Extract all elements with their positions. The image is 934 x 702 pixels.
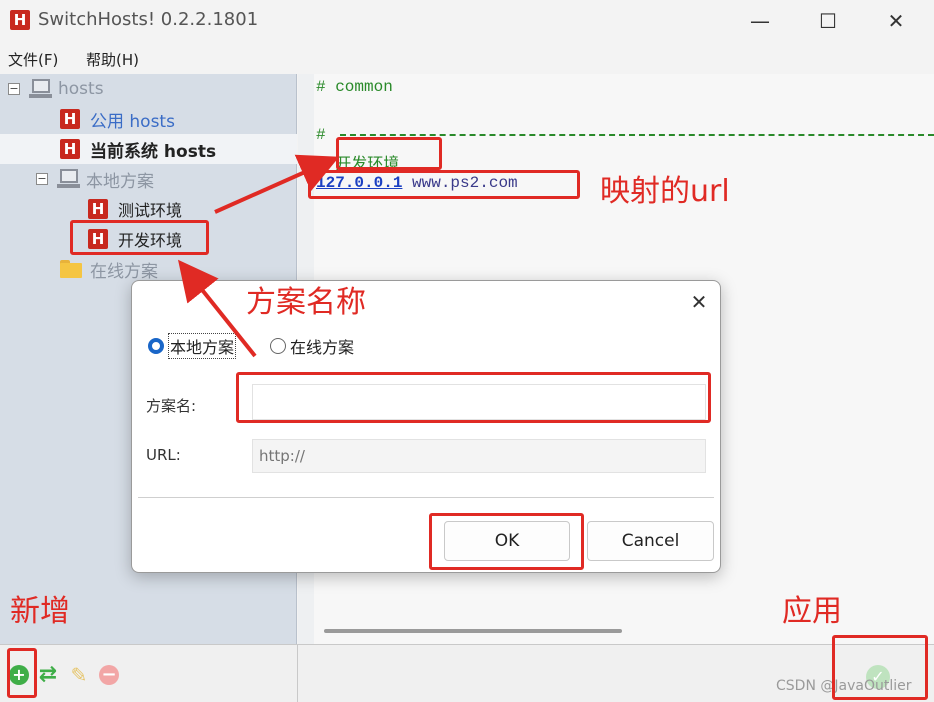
url-input[interactable] <box>252 439 706 473</box>
sidebar-item-label: hosts <box>58 79 104 99</box>
edit-icon[interactable]: ✎ <box>69 665 89 685</box>
toolbar-divider <box>297 645 298 702</box>
annotation-box-dev-env <box>70 220 209 255</box>
scheme-name-label: 方案名: <box>146 397 197 415</box>
radio-unchecked-icon[interactable] <box>270 338 286 354</box>
annotation-box-env-comment <box>336 137 442 170</box>
app-window: H SwitchHosts! 0.2.2.1801 — ☐ ✕ 文件(F) 帮助… <box>0 0 934 702</box>
hosts-h-icon: H <box>88 199 108 219</box>
annotation-box-mapping <box>308 170 580 199</box>
sidebar-item-public-hosts[interactable]: H 公用 hosts <box>60 105 175 133</box>
horizontal-scrollbar[interactable] <box>324 629 622 633</box>
title-bar: H SwitchHosts! 0.2.2.1801 — ☐ ✕ <box>0 0 934 42</box>
code-line: # <box>316 126 326 144</box>
hosts-h-icon: H <box>60 109 80 129</box>
sidebar-item-label: 测试环境 <box>118 201 183 220</box>
delete-icon[interactable]: − <box>99 665 119 685</box>
sidebar-item-system-hosts[interactable]: H 当前系统 hosts <box>60 135 216 163</box>
sidebar-item-test-env[interactable]: H 测试环境 <box>88 195 182 223</box>
radio-checked-icon[interactable] <box>148 338 164 354</box>
radio-label: 在线方案 <box>290 338 355 357</box>
annotation-box-apply <box>832 635 928 700</box>
app-logo-icon: H <box>10 10 30 30</box>
cancel-button[interactable]: Cancel <box>587 521 714 561</box>
menu-help[interactable]: 帮助(H) <box>86 49 139 70</box>
close-button[interactable]: ✕ <box>876 6 916 36</box>
sidebar-item-online-schemes[interactable]: 在线方案 <box>60 255 158 283</box>
menu-file[interactable]: 文件(F) <box>8 49 58 70</box>
hosts-h-icon: H <box>60 139 80 159</box>
maximize-button[interactable]: ☐ <box>808 6 848 36</box>
collapse-toggle-icon[interactable]: − <box>36 173 48 185</box>
sidebar-item-label: 公用 hosts <box>90 111 175 132</box>
sidebar-item-label: 在线方案 <box>90 261 158 282</box>
annotation-box-add <box>7 648 37 698</box>
sidebar-item-label: 本地方案 <box>86 171 154 192</box>
code-line: # common <box>316 78 393 96</box>
sidebar-item-hosts[interactable]: − hosts <box>8 75 104 103</box>
dialog-separator <box>138 497 714 498</box>
computer-icon <box>28 79 52 99</box>
comment-dash-line <box>340 134 934 136</box>
window-title: SwitchHosts! 0.2.2.1801 <box>38 9 259 30</box>
annotation-apply: 应用 <box>782 594 842 629</box>
computer-icon <box>56 169 80 189</box>
dialog-close-button[interactable]: ✕ <box>684 287 714 317</box>
radio-local-scheme[interactable]: 本地方案 <box>148 333 237 359</box>
sidebar-item-label: 当前系统 hosts <box>90 141 217 162</box>
url-label: URL: <box>146 446 181 464</box>
annotation-box-ok <box>429 513 584 570</box>
radio-label: 本地方案 <box>168 333 237 359</box>
sidebar-item-local-schemes[interactable]: − 本地方案 <box>36 165 154 193</box>
radio-online-scheme[interactable]: 在线方案 <box>270 335 354 357</box>
bottom-toolbar: + ⇄ ✎ − ✓ CSDN @JavaOutlier <box>0 644 934 702</box>
annotation-scheme-name: 方案名称 <box>246 285 366 320</box>
new-scheme-dialog: ✕ 本地方案 在线方案 方案名: URL: OK Cancel <box>131 280 721 573</box>
minimize-button[interactable]: — <box>740 6 780 36</box>
collapse-toggle-icon[interactable]: − <box>8 83 20 95</box>
folder-icon <box>60 260 82 278</box>
refresh-icon[interactable]: ⇄ <box>38 664 58 686</box>
annotation-add: 新增 <box>10 594 70 629</box>
annotation-mapping-url: 映射的url <box>600 174 730 209</box>
annotation-box-name-input <box>236 372 711 423</box>
